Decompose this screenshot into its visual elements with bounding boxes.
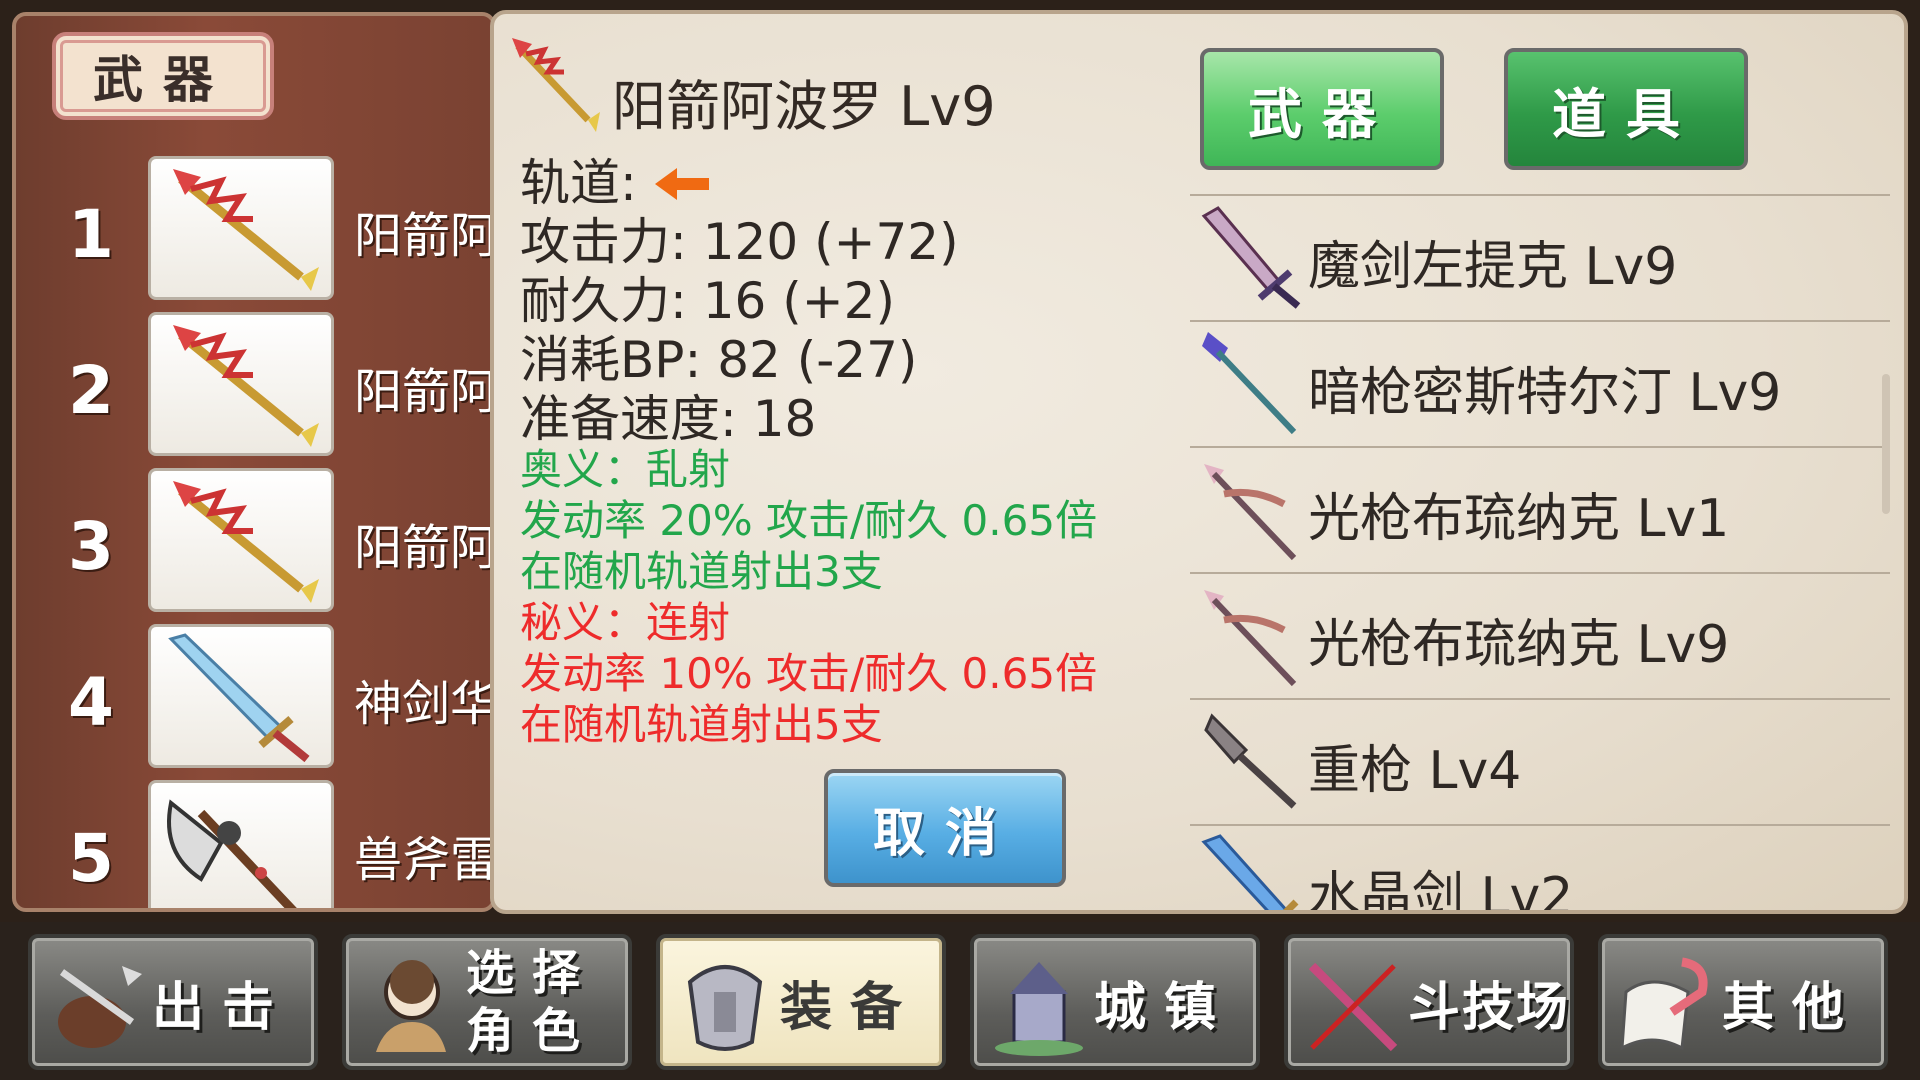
track-label: 轨道: bbox=[520, 154, 637, 212]
list-item-label: 暗枪密斯特尔汀 Lv9 bbox=[1308, 363, 1782, 423]
list-item[interactable]: 魔剑左提克 Lv9 bbox=[1190, 194, 1890, 322]
slot-name: 神剑华 bbox=[354, 676, 496, 732]
game-screen: 武器 1 阳箭阿 2 阳箭阿 3 阳箭阿 4 神剑华 5 兽斧雷 阳箭阿波罗 L… bbox=[0, 0, 1920, 1080]
nav-sortie-button[interactable]: 出击 bbox=[28, 934, 318, 1070]
nav-town-button[interactable]: 城镇 bbox=[970, 934, 1260, 1070]
equip-slot-3[interactable]: 3 阳箭阿 bbox=[16, 468, 496, 618]
prep-speed-stat: 准备速度: 18 bbox=[520, 390, 817, 448]
nav-select-line2: 角色 bbox=[466, 1003, 599, 1059]
nav-select-character-button[interactable]: 选择 角色 bbox=[342, 934, 632, 1070]
equip-slot-4[interactable]: 4 神剑华 bbox=[16, 624, 496, 774]
list-item[interactable]: 暗枪密斯特尔汀 Lv9 bbox=[1190, 320, 1890, 448]
sun-arrow-icon bbox=[512, 38, 600, 132]
weapon-detail-panel: 阳箭阿波罗 Lv9 轨道: 攻击力: 120 (+72) 耐久力: 16 (+2… bbox=[490, 10, 1908, 914]
nav-other-label: 其他 bbox=[1722, 977, 1863, 1038]
list-item[interactable]: 光枪布琉纳克 Lv9 bbox=[1190, 572, 1890, 700]
tab-item[interactable]: 道具 bbox=[1504, 48, 1748, 170]
equipped-tag: 武器 bbox=[52, 32, 274, 120]
scroll-quill-icon bbox=[1620, 957, 1708, 1051]
arena-icon bbox=[1308, 962, 1398, 1052]
skill1-rate: 发动率 20% 攻击/耐久 0.65倍 bbox=[520, 496, 1098, 545]
list-item-label: 光枪布琉纳克 Lv9 bbox=[1308, 615, 1730, 675]
skills-block: 奥义：乱射 发动率 20% 攻击/耐久 0.65倍 在随机轨道射出3支 秘义：连… bbox=[520, 444, 1240, 750]
list-item[interactable]: 光枪布琉纳克 Lv1 bbox=[1190, 446, 1890, 574]
equipped-panel: 武器 1 阳箭阿 2 阳箭阿 3 阳箭阿 4 神剑华 5 兽斧雷 bbox=[12, 12, 496, 912]
bp-cost-stat: 消耗BP: 82 (-27) bbox=[520, 331, 918, 389]
slot-number: 4 bbox=[68, 664, 114, 741]
slot-name: 兽斧雷 bbox=[354, 832, 496, 888]
cancel-button[interactable]: 取消 bbox=[824, 769, 1066, 887]
slot-icon-box[interactable] bbox=[148, 312, 334, 456]
armor-icon bbox=[687, 965, 763, 1051]
beast-axe-icon bbox=[167, 799, 297, 908]
nav-select-character-label: 选择 角色 bbox=[466, 938, 598, 1066]
list-item-label: 重枪 Lv4 bbox=[1308, 741, 1522, 801]
slot-name: 阳箭阿 bbox=[354, 364, 496, 420]
item-title: 阳箭阿波罗 Lv9 bbox=[612, 75, 996, 138]
nav-equip-label: 装备 bbox=[780, 977, 921, 1038]
sun-arrow-icon bbox=[173, 481, 319, 603]
tab-weapon[interactable]: 武器 bbox=[1200, 48, 1444, 170]
slot-icon-box[interactable] bbox=[148, 468, 334, 612]
slot-number: 2 bbox=[68, 352, 114, 429]
skill2-name: 秘义：连射 bbox=[520, 598, 731, 647]
skill2-rate: 发动率 10% 攻击/耐久 0.65倍 bbox=[520, 649, 1098, 698]
light-spear-icon bbox=[1204, 464, 1297, 561]
heavy-spear-icon bbox=[1204, 713, 1297, 809]
slot-name: 阳箭阿 bbox=[354, 208, 496, 264]
list-item[interactable]: 水晶剑 Lv2 bbox=[1190, 824, 1890, 914]
list-scrollbar[interactable] bbox=[1882, 374, 1890, 514]
nav-town-label: 城镇 bbox=[1094, 977, 1235, 1038]
nav-sortie-label: 出击 bbox=[152, 977, 293, 1038]
equip-slot-5[interactable]: 5 兽斧雷 bbox=[16, 780, 496, 908]
nav-equip-button[interactable]: 装备 bbox=[656, 934, 946, 1070]
dark-spear-icon bbox=[1202, 332, 1297, 435]
arrow-left-icon bbox=[654, 167, 709, 200]
track-line: 轨道: bbox=[520, 154, 1220, 213]
skill1-desc: 在随机轨道射出3支 bbox=[520, 547, 883, 596]
character-icon bbox=[376, 960, 446, 1052]
equip-slot-2[interactable]: 2 阳箭阿 bbox=[16, 312, 496, 462]
holy-sword-icon bbox=[168, 633, 310, 763]
durability-stat: 耐久力: 16 (+2) bbox=[520, 272, 895, 330]
item-header: 阳箭阿波罗 Lv9 bbox=[504, 34, 1064, 138]
nav-other-button[interactable]: 其他 bbox=[1598, 934, 1888, 1070]
bottom-nav: 出击 选择 角色 装备 城镇 斗技场 其他 bbox=[0, 922, 1920, 1080]
sun-arrow-icon bbox=[173, 325, 319, 447]
equip-slot-1[interactable]: 1 阳箭阿 bbox=[16, 156, 496, 306]
skill2-desc: 在随机轨道射出5支 bbox=[520, 700, 883, 749]
list-item-label: 魔剑左提克 Lv9 bbox=[1308, 237, 1678, 297]
crystal-sword-icon bbox=[1201, 834, 1299, 910]
slot-number: 5 bbox=[68, 820, 114, 897]
town-icon bbox=[995, 962, 1083, 1056]
attack-stat: 攻击力: 120 (+72) bbox=[520, 213, 959, 271]
slot-number: 1 bbox=[68, 196, 114, 273]
nav-arena-label: 斗技场 bbox=[1408, 977, 1571, 1038]
slot-name: 阳箭阿 bbox=[354, 520, 496, 576]
nav-arena-button[interactable]: 斗技场 bbox=[1284, 934, 1574, 1070]
list-item-label: 光枪布琉纳克 Lv1 bbox=[1308, 489, 1730, 549]
sun-arrow-icon bbox=[173, 169, 319, 291]
slot-number: 3 bbox=[68, 508, 114, 585]
light-spear-icon bbox=[1204, 590, 1297, 687]
sortie-icon bbox=[58, 966, 142, 1048]
stats-block: 轨道: 攻击力: 120 (+72) 耐久力: 16 (+2) 消耗BP: 82… bbox=[520, 154, 1220, 449]
list-item-label: 水晶剑 Lv2 bbox=[1308, 867, 1574, 914]
nav-select-line1: 选择 bbox=[466, 945, 599, 1001]
slot-icon-box[interactable] bbox=[148, 624, 334, 768]
skill1-name: 奥义：乱射 bbox=[520, 445, 731, 494]
slot-icon-box[interactable] bbox=[148, 156, 334, 300]
list-item[interactable]: 重枪 Lv4 bbox=[1190, 698, 1890, 826]
weapon-list[interactable]: 魔剑左提克 Lv9 暗枪密斯特尔汀 Lv9 光枪布琉纳克 Lv1 光枪布琉纳克 … bbox=[1190, 194, 1890, 914]
demon-sword-icon bbox=[1201, 206, 1301, 309]
slot-icon-box[interactable] bbox=[148, 780, 334, 908]
